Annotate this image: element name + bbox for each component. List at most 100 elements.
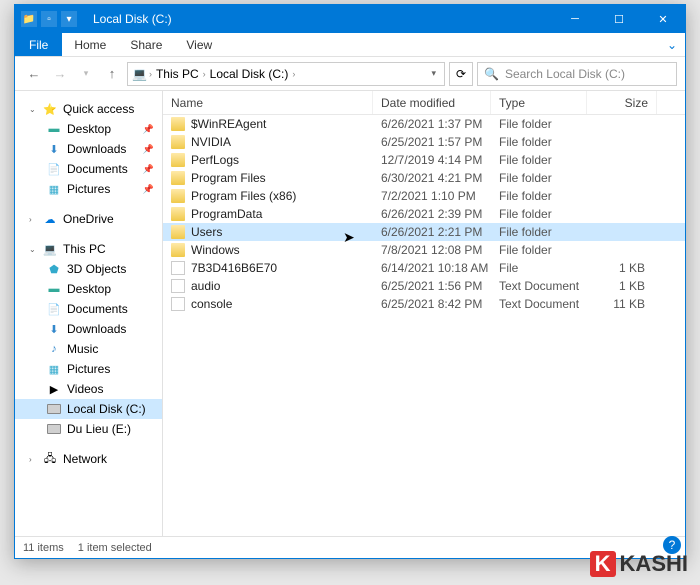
documents-icon: 📄 (47, 162, 61, 176)
sidebar-videos[interactable]: ▶Videos (15, 379, 162, 399)
sidebar-downloads2[interactable]: ⬇Downloads (15, 319, 162, 339)
sidebar-quick-access[interactable]: ⌄⭐Quick access (15, 99, 162, 119)
star-icon: ⭐ (43, 102, 57, 116)
file-row[interactable]: Users6/26/2021 2:21 PMFile folder (163, 223, 685, 241)
statusbar: 11 items 1 item selected (15, 536, 685, 558)
sidebar-3dobjects[interactable]: ⬟3D Objects (15, 259, 162, 279)
folder-icon (171, 243, 185, 257)
breadcrumb-thispc[interactable]: This PC (154, 67, 201, 81)
folder-icon (171, 117, 185, 131)
folder-icon (171, 189, 185, 203)
file-row[interactable]: Windows7/8/2021 12:08 PMFile folder (163, 241, 685, 259)
ribbon: File Home Share View ⌄ (15, 33, 685, 57)
sidebar-desktop2[interactable]: ▬Desktop (15, 279, 162, 299)
file-date: 6/26/2021 1:37 PM (373, 117, 491, 131)
sidebar-network[interactable]: ›🖧Network (15, 449, 162, 469)
header-size[interactable]: Size (587, 91, 657, 114)
file-row[interactable]: console6/25/2021 8:42 PMText Document11 … (163, 295, 685, 313)
sidebar-desktop[interactable]: ▬Desktop📌 (15, 119, 162, 139)
file-type: File folder (491, 117, 587, 131)
forward-button[interactable]: → (49, 63, 71, 85)
file-name: Users (191, 225, 222, 239)
chevron-right-icon: › (203, 69, 206, 79)
sidebar-localdisk[interactable]: Local Disk (C:) (15, 399, 162, 419)
expand-ribbon-icon[interactable]: ⌄ (659, 38, 685, 52)
sidebar-documents2[interactable]: 📄Documents (15, 299, 162, 319)
header-type[interactable]: Type (491, 91, 587, 114)
maximize-button[interactable]: ☐ (597, 5, 641, 33)
disk-icon (47, 402, 61, 416)
home-tab[interactable]: Home (62, 33, 118, 56)
chevron-right-icon: › (292, 69, 295, 79)
file-type: File folder (491, 171, 587, 185)
file-tab[interactable]: File (15, 33, 62, 56)
search-placeholder: Search Local Disk (C:) (505, 67, 625, 81)
file-row[interactable]: 7B3D416B6E706/14/2021 10:18 AMFile1 KB (163, 259, 685, 277)
file-row[interactable]: PerfLogs12/7/2019 4:14 PMFile folder (163, 151, 685, 169)
watermark: K KASHI (590, 551, 688, 577)
back-button[interactable]: ← (23, 63, 45, 85)
pin-icon: 📌 (143, 184, 154, 195)
disk-icon (47, 422, 61, 436)
refresh-button[interactable]: ⟳ (449, 62, 473, 86)
file-row[interactable]: Program Files 6/30/2021 4:21 PMFile folde… (163, 169, 685, 187)
file-date: 6/30/2021 4:21 PM (373, 171, 491, 185)
qat-dropdown-icon[interactable]: ▾ (61, 11, 77, 27)
qat-icon[interactable]: ▫ (41, 11, 57, 27)
breadcrumb-localdisk[interactable]: Local Disk (C:) (208, 67, 291, 81)
documents-icon: 📄 (47, 302, 61, 316)
header-name[interactable]: Name (163, 91, 373, 114)
file-type: Text Document (491, 279, 587, 293)
pc-icon: 💻 (132, 67, 147, 81)
downloads-icon: ⬇ (47, 142, 61, 156)
file-name: Program Files (x86) (191, 189, 296, 203)
file-size: 11 KB (587, 297, 657, 311)
titlebar[interactable]: 📁 ▫ ▾ Local Disk (C:) ─ ☐ ✕ (15, 5, 685, 33)
file-type: File folder (491, 225, 587, 239)
sidebar-pictures[interactable]: ▦Pictures📌 (15, 179, 162, 199)
pin-icon: 📌 (143, 164, 154, 175)
file-row[interactable]: Program Files (x86) 7/2/2021 1:10 PMFile … (163, 187, 685, 205)
file-icon (171, 261, 185, 275)
view-tab[interactable]: View (174, 33, 224, 56)
sidebar-dulieu[interactable]: Du Lieu (E:) (15, 419, 162, 439)
3d-icon: ⬟ (47, 262, 61, 276)
minimize-button[interactable]: ─ (553, 5, 597, 33)
videos-icon: ▶ (47, 382, 61, 396)
file-row[interactable]: NVIDIA6/25/2021 1:57 PMFile folder (163, 133, 685, 151)
sidebar-documents[interactable]: 📄Documents📌 (15, 159, 162, 179)
file-name: 7B3D416B6E70 (191, 261, 277, 275)
file-row[interactable]: $WinREAgent6/26/2021 1:37 PMFile folder (163, 115, 685, 133)
recent-dropdown-icon[interactable]: ▾ (75, 63, 97, 85)
file-row[interactable]: audio6/25/2021 1:56 PMText Document1 KB (163, 277, 685, 295)
address-bar[interactable]: 💻 › This PC › Local Disk (C:) › ▾ (127, 62, 445, 86)
address-dropdown-icon[interactable]: ▾ (427, 68, 440, 79)
file-date: 6/26/2021 2:39 PM (373, 207, 491, 221)
sidebar-thispc[interactable]: ⌄💻This PC (15, 239, 162, 259)
up-button[interactable]: ↑ (101, 63, 123, 85)
file-type: File folder (491, 243, 587, 257)
file-name: NVIDIA (191, 135, 231, 149)
header-date[interactable]: Date modified (373, 91, 491, 114)
sidebar-pictures2[interactable]: ▦Pictures (15, 359, 162, 379)
window-title: Local Disk (C:) (83, 12, 553, 26)
file-icon (171, 279, 185, 293)
file-date: 12/7/2019 4:14 PM (373, 153, 491, 167)
close-button[interactable]: ✕ (641, 5, 685, 33)
search-input[interactable]: 🔍 Search Local Disk (C:) (477, 62, 677, 86)
file-date: 7/2/2021 1:10 PM (373, 189, 491, 203)
sidebar-music[interactable]: ♪Music (15, 339, 162, 359)
status-count: 11 items (23, 542, 64, 554)
file-list: Name Date modified Type Size $WinREAgent… (163, 91, 685, 536)
file-row[interactable]: ProgramData6/26/2021 2:39 PMFile folder (163, 205, 685, 223)
file-type: File (491, 261, 587, 275)
file-date: 6/25/2021 1:56 PM (373, 279, 491, 293)
file-size: 1 KB (587, 279, 657, 293)
share-tab[interactable]: Share (118, 33, 174, 56)
sidebar-downloads[interactable]: ⬇Downloads📌 (15, 139, 162, 159)
file-name: Program Files (191, 171, 266, 185)
file-type: File folder (491, 189, 587, 203)
pictures-icon: ▦ (47, 182, 61, 196)
navbar: ← → ▾ ↑ 💻 › This PC › Local Disk (C:) › … (15, 57, 685, 91)
sidebar-onedrive[interactable]: ›☁OneDrive (15, 209, 162, 229)
